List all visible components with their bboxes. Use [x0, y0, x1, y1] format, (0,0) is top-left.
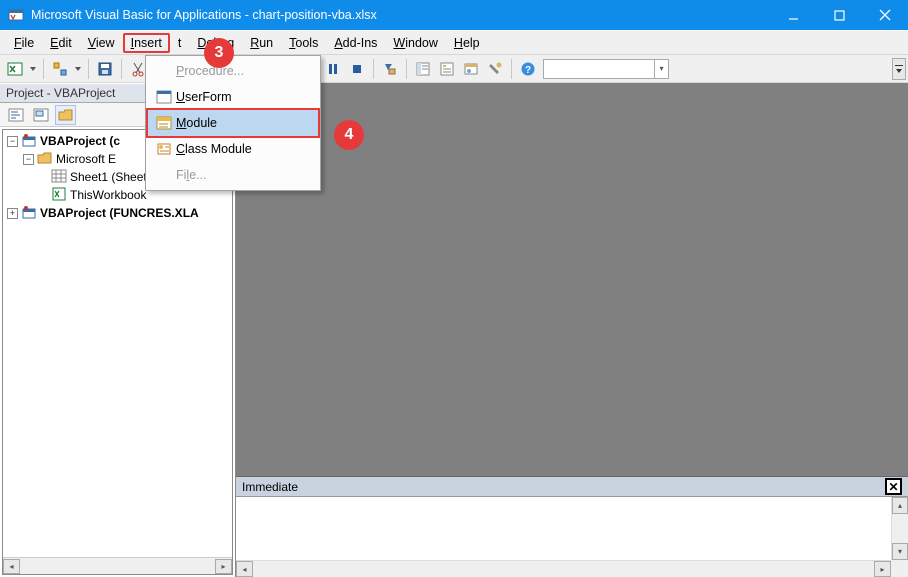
project-explorer-button[interactable]: [412, 58, 434, 80]
maximize-button[interactable]: [816, 0, 862, 30]
scroll-right-icon[interactable]: ▸: [874, 561, 891, 577]
standard-toolbar: ? ▾: [0, 55, 908, 83]
menu-format[interactable]: t: [170, 33, 189, 53]
menu-item-module[interactable]: Module: [146, 108, 320, 138]
help-button[interactable]: ?: [517, 58, 539, 80]
menu-addins[interactable]: Add-Ins: [326, 33, 385, 53]
scroll-down-icon[interactable]: ▾: [892, 543, 908, 560]
module-icon: [152, 116, 176, 130]
toolbar-overflow-button[interactable]: [892, 58, 906, 80]
menu-item-userform[interactable]: UserForm: [148, 84, 318, 110]
view-object-button[interactable]: [30, 105, 51, 125]
workbook-icon: [51, 187, 67, 203]
scroll-corner: [891, 560, 908, 577]
object-browser-button[interactable]: [460, 58, 482, 80]
tree-root-1[interactable]: VBAProject (c: [40, 134, 120, 148]
folder-icon: [37, 151, 53, 167]
view-excel-button[interactable]: [4, 58, 26, 80]
menu-edit[interactable]: Edit: [42, 33, 80, 53]
menu-window[interactable]: Window: [385, 33, 445, 53]
scroll-left-icon[interactable]: ◂: [236, 561, 253, 577]
collapse-icon[interactable]: −: [7, 136, 18, 147]
expand-icon[interactable]: +: [7, 208, 18, 219]
menu-item-classmodule[interactable]: Class Module: [148, 136, 318, 162]
vbaproject-icon: [21, 133, 37, 149]
toggle-folders-button[interactable]: [55, 105, 76, 125]
tree-thisworkbook[interactable]: ThisWorkbook: [70, 188, 146, 202]
dropdown-arrow-icon[interactable]: [73, 58, 83, 80]
vbaproject-icon: [21, 205, 37, 221]
tree-hscrollbar[interactable]: ◂ ▸: [3, 557, 232, 574]
menu-item-procedure: Procedure...: [148, 58, 318, 84]
menu-tools[interactable]: Tools: [281, 33, 326, 53]
menu-run[interactable]: Run: [242, 33, 281, 53]
vba-app-icon: [8, 7, 24, 23]
immediate-body[interactable]: ▴ ▾ ◂ ▸: [236, 497, 908, 577]
insert-dropdown-menu: Procedure... UserForm Module Class Modul…: [145, 55, 321, 191]
immediate-hscrollbar[interactable]: ◂ ▸: [236, 560, 891, 577]
view-code-button[interactable]: [5, 105, 26, 125]
worksheet-icon: [51, 169, 67, 185]
dropdown-arrow-icon[interactable]: ▾: [654, 60, 668, 78]
insert-object-button[interactable]: [49, 58, 71, 80]
menu-help[interactable]: Help: [446, 33, 488, 53]
scroll-right-icon[interactable]: ▸: [215, 559, 232, 574]
toolbox-button[interactable]: [484, 58, 506, 80]
scroll-up-icon[interactable]: ▴: [892, 497, 908, 514]
window-controls: [770, 0, 908, 30]
immediate-title-text: Immediate: [242, 480, 298, 494]
menubar: File Edit View Insert t Debug Run Tools …: [0, 30, 908, 55]
immediate-close-button[interactable]: ✕: [885, 478, 902, 495]
immediate-vscrollbar[interactable]: ▴ ▾: [891, 497, 908, 560]
properties-button[interactable]: [436, 58, 458, 80]
collapse-icon[interactable]: −: [23, 154, 34, 165]
minimize-button[interactable]: [770, 0, 816, 30]
menu-insert[interactable]: Insert: [123, 33, 170, 53]
project-tree[interactable]: − VBAProject (c − Microsoft E Sheet1 (Sh…: [2, 129, 233, 575]
menu-item-file: File...: [148, 162, 318, 188]
immediate-titlebar: Immediate ✕: [236, 477, 908, 497]
dropdown-arrow-icon[interactable]: [28, 58, 38, 80]
tree-root-2[interactable]: VBAProject (FUNCRES.XLA: [40, 206, 199, 220]
menu-file[interactable]: File: [6, 33, 42, 53]
break-button[interactable]: [322, 58, 344, 80]
annotation-3: 3: [204, 38, 234, 68]
annotation-4: 4: [334, 120, 364, 150]
titlebar: Microsoft Visual Basic for Applications …: [0, 0, 908, 30]
userform-icon: [152, 90, 176, 104]
tree-folder-1[interactable]: Microsoft E: [56, 152, 116, 166]
menu-view[interactable]: View: [80, 33, 123, 53]
line-column-combo[interactable]: ▾: [543, 59, 669, 79]
classmodule-icon: [152, 142, 176, 156]
svg-text:?: ?: [525, 65, 531, 76]
design-mode-button[interactable]: [379, 58, 401, 80]
save-button[interactable]: [94, 58, 116, 80]
scroll-left-icon[interactable]: ◂: [3, 559, 20, 574]
reset-button[interactable]: [346, 58, 368, 80]
immediate-window: Immediate ✕ ▴ ▾ ◂ ▸: [236, 476, 908, 577]
close-button[interactable]: [862, 0, 908, 30]
project-pane-title-text: Project - VBAProject: [6, 86, 115, 100]
mdi-client-area: Immediate ✕ ▴ ▾ ◂ ▸: [236, 83, 908, 577]
window-title: Microsoft Visual Basic for Applications …: [31, 8, 770, 22]
line-column-input[interactable]: [544, 60, 654, 78]
